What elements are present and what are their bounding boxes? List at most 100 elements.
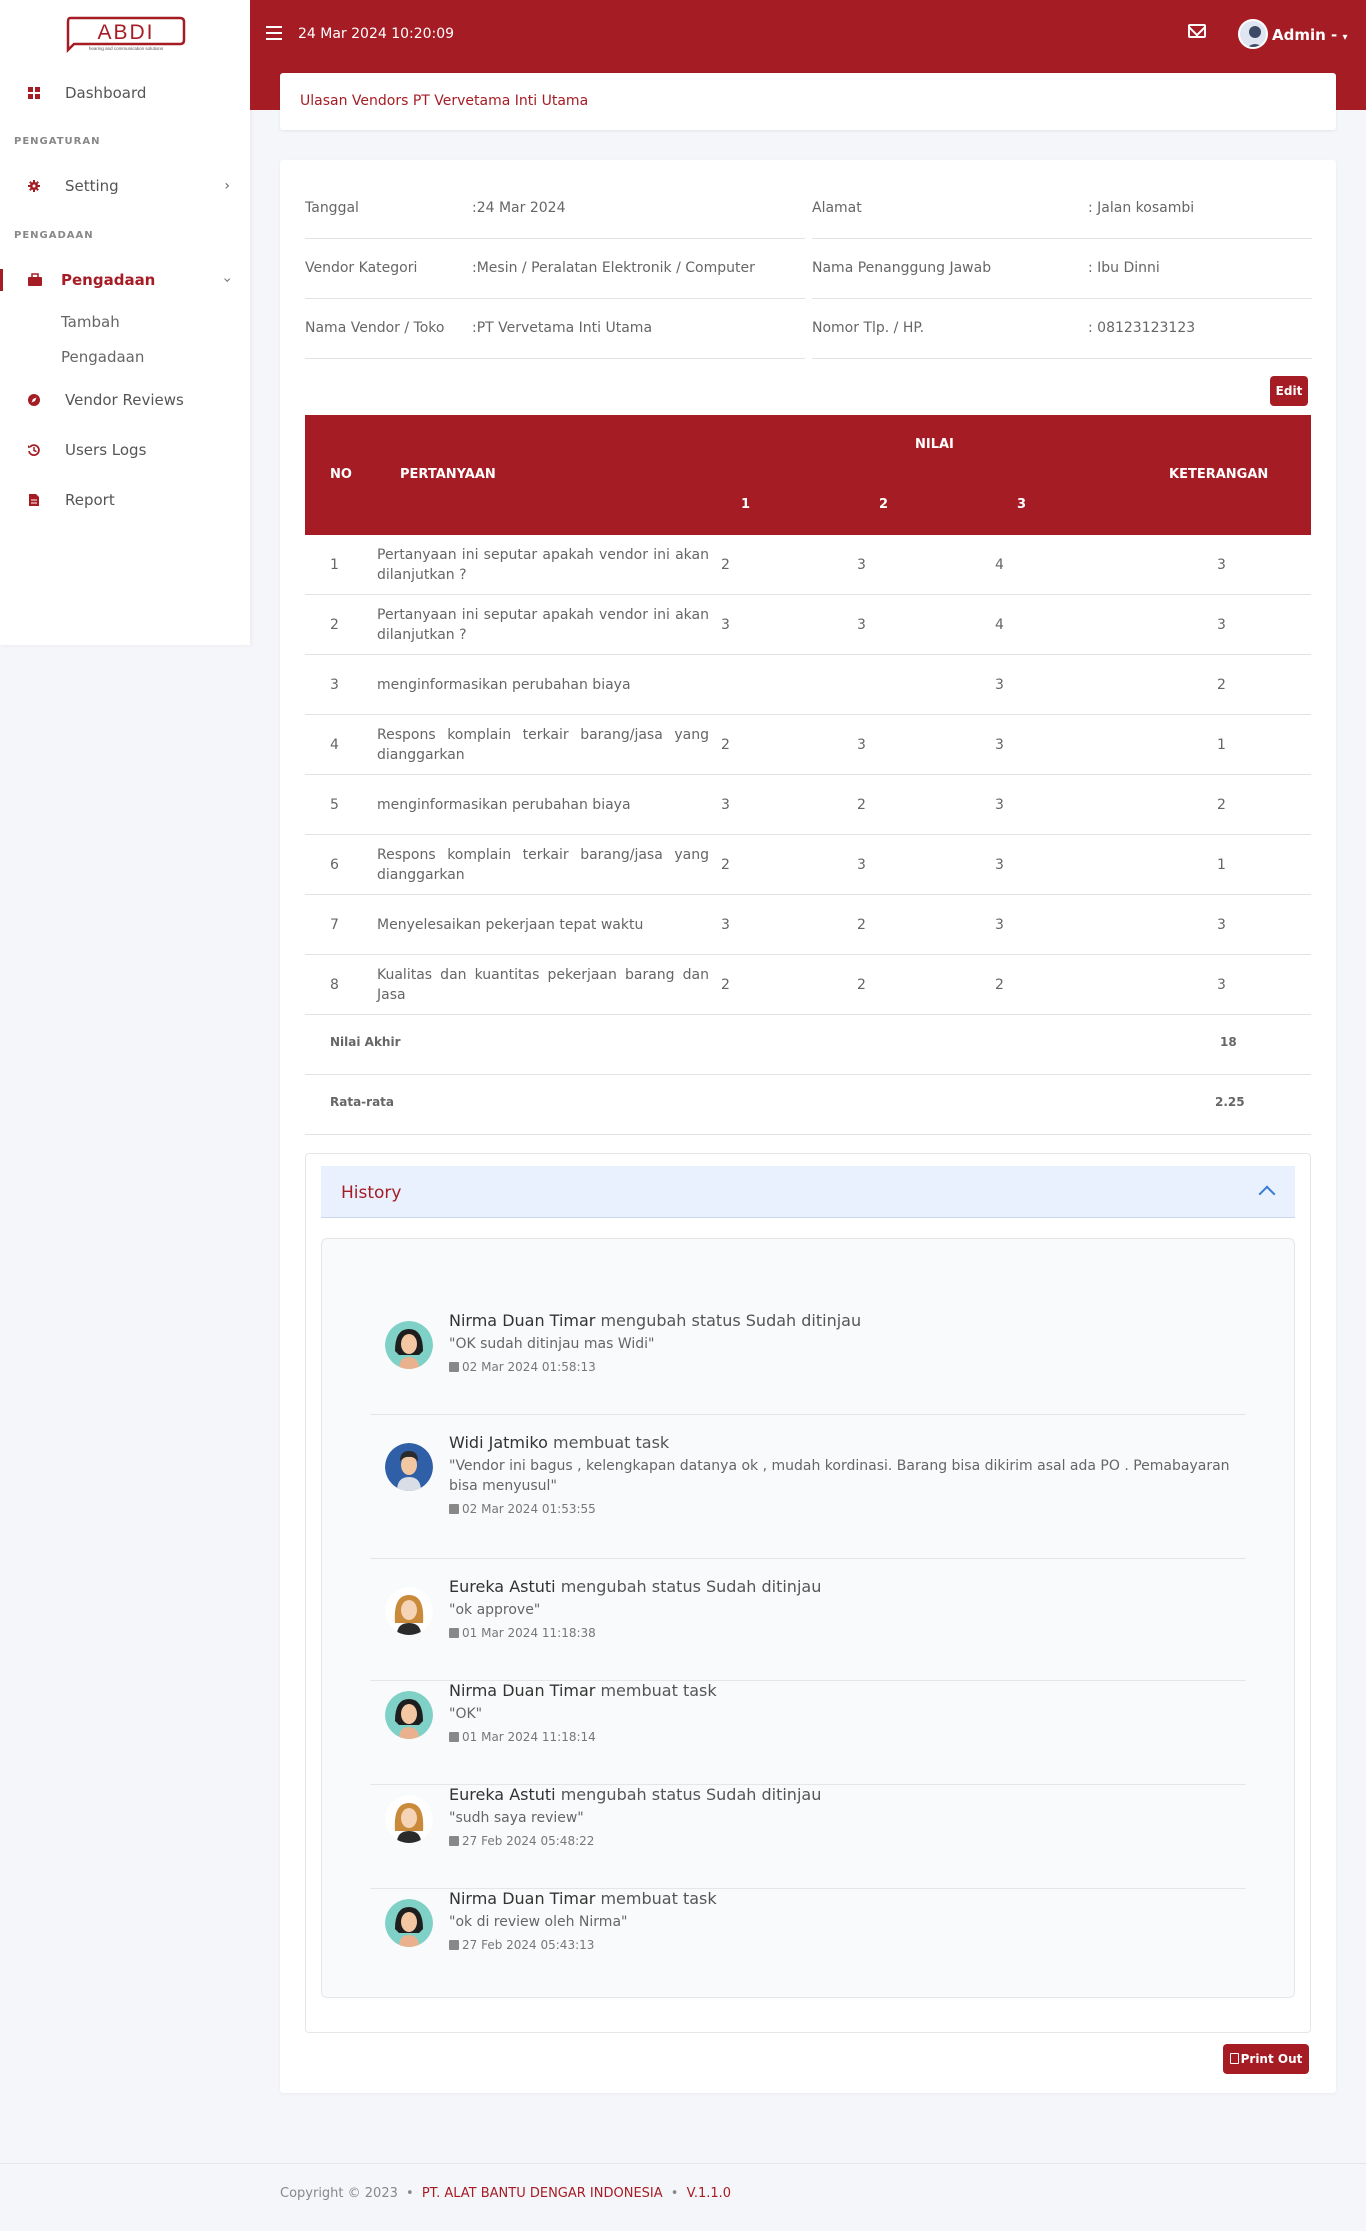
sidebar-item-label: Vendor Reviews (65, 391, 184, 409)
rata-rata-row: Rata-rata 2.25 (305, 1075, 1311, 1135)
history-entry: Eureka Astuti mengubah status Sudah diti… (370, 1577, 1246, 1681)
calendar-icon (449, 1362, 459, 1372)
sidebar-subitem-tambah[interactable]: Tambah (61, 313, 120, 331)
tanggal-value: :24 Mar 2024 (472, 200, 566, 216)
history-entry: Widi Jatmiko membuat task "Vendor ini ba… (370, 1433, 1246, 1559)
mail-icon[interactable] (1188, 24, 1206, 38)
sidebar-subitem-pengadaan[interactable]: Pengadaan (61, 348, 144, 366)
table-row: 2 Pertanyaan ini seputar apakah vendor in… (305, 595, 1311, 655)
history-panel: History Nirma Duan Timar mengubah status… (305, 1153, 1311, 2033)
tanggal-label: Tanggal (305, 200, 359, 216)
footer-divider (0, 2163, 1366, 2164)
avatar (385, 1899, 433, 1947)
version-label: V.1.1.0 (686, 2186, 732, 2201)
caret-down-icon: ▾ (1342, 32, 1348, 43)
alamat-value: : Jalan kosambi (1088, 200, 1195, 216)
print-out-button[interactable]: Print Out (1223, 2044, 1309, 2074)
col-keterangan: KETERANGAN (1169, 467, 1269, 482)
svg-text:hearing and communication solu: hearing and communication solutions (89, 46, 164, 51)
table-row: 5 menginformasikan perubahan biaya 3232 (305, 775, 1311, 835)
table-row: 8 Kualitas dan kuantitas pekerjaan barang… (305, 955, 1311, 1015)
sidebar-item-label: Pengadaan (61, 271, 156, 289)
avatar (385, 1587, 433, 1635)
col-pertanyaan: PERTANYAAN (400, 467, 496, 482)
divider (305, 238, 805, 239)
table-header: NO PERTANYAAN NILAI 1 2 3 KETERANGAN (305, 415, 1311, 535)
review-card: Tanggal :24 Mar 2024 Vendor Kategori :Me… (280, 160, 1336, 2093)
history-title: History (341, 1183, 402, 1203)
table-row: 6 Respons komplain terkair barang/jasa ya… (305, 835, 1311, 895)
abdi-logo[interactable]: ABDI hearing and communication solutions (64, 14, 186, 54)
table-row: 3 menginformasikan perubahan biaya 32 (305, 655, 1311, 715)
divider (812, 358, 1312, 359)
edit-button[interactable]: Edit (1270, 376, 1308, 406)
avatar (385, 1691, 433, 1739)
sidebar-item-report[interactable]: Report (0, 483, 250, 517)
calendar-icon (449, 1628, 459, 1638)
vendor-kategori-value: :Mesin / Peralatan Elektronik / Computer (472, 260, 755, 276)
vendor-kategori-label: Vendor Kategori (305, 260, 418, 276)
penanggung-jawab-label: Nama Penanggung Jawab (812, 260, 992, 276)
section-pengaturan: PENGATURAN (14, 136, 101, 147)
calendar-icon (449, 1504, 459, 1514)
section-pengadaan: PENGADAAN (14, 230, 94, 241)
telp-label: Nomor Tlp. / HP. (812, 320, 925, 336)
sidebar-item-label: Report (65, 491, 115, 509)
nilai-akhir-row: Nilai Akhir 18 (305, 1015, 1311, 1075)
history-icon (27, 443, 41, 457)
divider (812, 298, 1312, 299)
chevron-right-icon: › (224, 178, 230, 194)
user-avatar[interactable] (1238, 19, 1268, 49)
col-nilai-3: 3 (1017, 497, 1027, 512)
table-row: 7 Menyelesaikan pekerjaan tepat waktu 323… (305, 895, 1311, 955)
avatar (385, 1321, 433, 1369)
history-entry: Nirma Duan Timar mengubah status Sudah d… (370, 1311, 1246, 1415)
chevron-up-icon (1258, 1185, 1276, 1203)
sidebar: ABDI hearing and communication solutions… (0, 0, 250, 645)
divider (305, 358, 805, 359)
sidebar-item-vendor-reviews[interactable]: Vendor Reviews (0, 383, 250, 417)
telp-value: : 08123123123 (1088, 320, 1196, 336)
table-row: 1 Pertanyaan ini seputar apakah vendor in… (305, 535, 1311, 595)
history-entry: Eureka Astuti mengubah status Sudah diti… (370, 1785, 1246, 1889)
user-menu-dropdown[interactable]: Admin - ▾ (1272, 26, 1348, 44)
col-nilai-2: 2 (879, 497, 889, 512)
history-entry: Nirma Duan Timar membuat task "ok di rev… (370, 1889, 1246, 1969)
hamburger-menu-icon[interactable] (266, 26, 282, 40)
col-nilai-1: 1 (741, 497, 751, 512)
nama-vendor-value: :PT Vervetama Inti Utama (472, 320, 653, 336)
col-nilai: NILAI (915, 437, 954, 452)
table-row: 4 Respons komplain terkair barang/jasa ya… (305, 715, 1311, 775)
sidebar-item-pengadaan[interactable]: Pengadaan › (0, 263, 250, 297)
penanggung-jawab-value: : Ibu Dinni (1088, 260, 1160, 276)
history-entry: Nirma Duan Timar membuat task "OK" 01 Ma… (370, 1681, 1246, 1785)
divider (305, 298, 805, 299)
svg-text:ABDI: ABDI (97, 21, 154, 44)
history-accordion-header[interactable]: History (321, 1166, 1295, 1218)
sidebar-item-label: Dashboard (65, 84, 147, 102)
page-title: Ulasan Vendors PT Vervetama Inti Utama (300, 93, 589, 109)
sidebar-item-dashboard[interactable]: Dashboard (0, 76, 250, 110)
current-datetime: 24 Mar 2024 10:20:09 (298, 26, 455, 42)
footer: Copyright © 2023 • PT. ALAT BANTU DENGAR… (280, 2186, 732, 2201)
nama-vendor-label: Nama Vendor / Toko (305, 320, 445, 336)
history-timeline: Nirma Duan Timar mengubah status Sudah d… (321, 1238, 1295, 1998)
compass-icon (27, 393, 41, 407)
avatar (385, 1443, 433, 1491)
sidebar-item-users-logs[interactable]: Users Logs (0, 433, 250, 467)
company-link[interactable]: PT. ALAT BANTU DENGAR INDONESIA (422, 2186, 663, 2201)
alamat-label: Alamat (812, 200, 862, 216)
sidebar-item-label: Users Logs (65, 441, 147, 459)
calendar-icon (449, 1836, 459, 1846)
divider (812, 238, 1312, 239)
avatar (385, 1795, 433, 1843)
col-no: NO (330, 467, 352, 482)
calendar-icon (449, 1940, 459, 1950)
sidebar-item-setting[interactable]: Setting › (0, 169, 250, 203)
briefcase-icon (27, 273, 42, 287)
gear-icon (27, 179, 41, 193)
breadcrumb: Ulasan Vendors PT Vervetama Inti Utama (280, 73, 1336, 130)
dashboard-icon (27, 86, 41, 100)
calendar-icon (449, 1732, 459, 1742)
chevron-down-icon: › (219, 277, 236, 283)
